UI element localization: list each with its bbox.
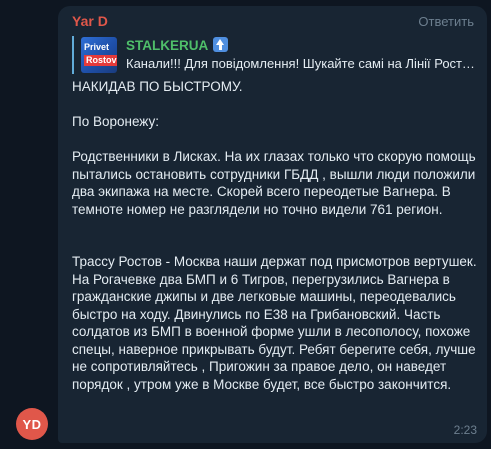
channel-thumbnail: Privet Rostov [81, 37, 117, 73]
forward-channel-title[interactable]: STALKERUA [126, 37, 229, 53]
thumbnail-line-1: Privet [84, 42, 110, 52]
message-paragraph: НАКИДАВ ПО БЫСТРОМУ. [72, 79, 243, 94]
chat-area: YD Yar D Ответить Privet Rostov STALKERU… [0, 0, 491, 449]
sender-avatar[interactable]: YD [16, 408, 48, 440]
message-paragraph: По Воронежу: [72, 114, 159, 129]
message-timestamp: 2:23 [453, 423, 477, 437]
avatar-initials: YD [22, 416, 42, 432]
message-paragraph: Трассу Ростов - Москва наши держат под п… [72, 254, 477, 392]
forward-snippet: Канали!!! Для повідомлення! Шукайте самі… [126, 56, 476, 71]
message-paragraph: Родственники в Лисках. На их глазах толь… [72, 149, 476, 217]
forwarded-preview[interactable]: Privet Rostov STALKERUA Канали!!! Для по… [72, 36, 477, 74]
message-text: НАКИДАВ ПО БЫСТРОМУ. По Воронежу: Родств… [72, 78, 480, 393]
thumbnail-line-2: Rostov [84, 55, 117, 66]
message-bubble[interactable]: Yar D Ответить Privet Rostov STALKERUA К… [58, 6, 487, 443]
sender-name[interactable]: Yar D [72, 13, 108, 29]
forward-channel-name: STALKERUA [126, 38, 209, 53]
up-arrow-icon [213, 37, 229, 52]
reply-button[interactable]: Ответить [418, 14, 474, 29]
